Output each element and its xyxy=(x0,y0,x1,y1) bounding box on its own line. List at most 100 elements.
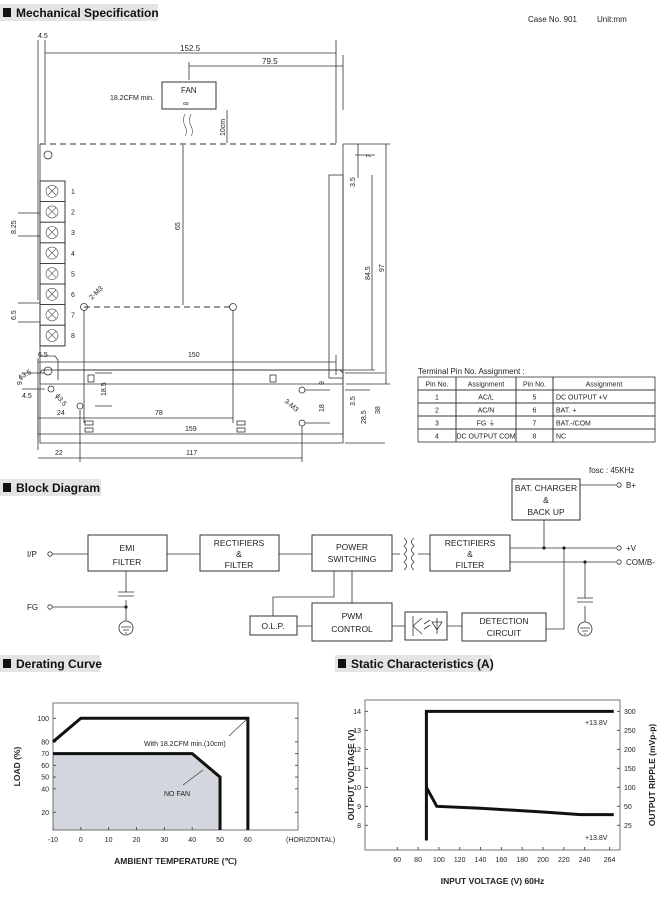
terminal-number: 6 xyxy=(71,292,75,299)
x-axis-title: AMBIENT TEMPERATURE (℃) xyxy=(114,856,237,866)
section-title: Block Diagram xyxy=(16,481,100,495)
terminal-number: 5 xyxy=(71,271,75,278)
table-cell: AC/N xyxy=(478,408,495,415)
dim-phi-3-5: ϕ3.5 xyxy=(18,369,33,382)
table-cell: DC OUTPUT COM xyxy=(457,434,516,441)
y-axis-title: OUTPUT VOLTAGE (V) xyxy=(346,729,356,820)
table-cell: 3 xyxy=(435,421,439,428)
terminal-ip-label: I/P xyxy=(27,550,37,559)
terminal-screw: 3 xyxy=(39,221,75,244)
x-tick-label: 180 xyxy=(516,857,528,864)
y-tick-label: 8 xyxy=(357,823,361,830)
terminal-bplus-label: B+ xyxy=(626,481,636,490)
x-axis-title: INPUT VOLTAGE (V) 60Hz xyxy=(441,876,545,886)
terminal-number: 8 xyxy=(71,333,75,340)
fan-label: FAN xyxy=(181,86,197,95)
mounting-hole xyxy=(47,385,55,393)
fan: FAN ∞ xyxy=(161,81,217,137)
table-row: 3 FG ⏚ 7 BAT.-/COM xyxy=(417,415,656,430)
svg-text:FILTER: FILTER xyxy=(225,560,254,570)
terminal-screw: 2 xyxy=(39,201,75,223)
section-header-mechanical: Mechanical Specification xyxy=(0,4,159,21)
svg-text:PWM: PWM xyxy=(342,611,363,621)
x-tick-label: -10 xyxy=(48,837,58,844)
dim-84-5: 84.5 xyxy=(365,266,372,280)
series-annotation: With 18.2CFM min.(10cm) xyxy=(144,741,226,748)
x-tick-label: 40 xyxy=(188,837,196,844)
x-tick-label: 160 xyxy=(496,857,508,864)
table-cell: 8 xyxy=(533,434,537,441)
y2-tick-label: 150 xyxy=(624,766,636,773)
terminal-screw: 4 xyxy=(39,242,75,264)
table-cell: 1 xyxy=(435,395,439,402)
x-tick-label: 60 xyxy=(244,837,252,844)
case-number: Case No. 901 xyxy=(528,15,577,24)
static-characteristics-chart: 60 80 100 120 140 160 180 200 220 240 264891011121… xyxy=(346,699,657,886)
dim-10cm: 10cm xyxy=(220,119,227,136)
olp-block: O.L.P. xyxy=(249,615,298,636)
dim-3-5: 3.5 xyxy=(350,177,357,187)
mounting-hole xyxy=(229,303,237,311)
x-tick-label: 140 xyxy=(475,857,487,864)
x-tick-label: 80 xyxy=(414,857,422,864)
dim-150: 150 xyxy=(188,352,200,359)
dim-6-5: 6.5 xyxy=(38,352,48,359)
terminal-number: 2 xyxy=(71,210,75,217)
table-row: 1 AC/L 5 DC OUTPUT +V xyxy=(417,389,656,404)
fan-icon: ∞ xyxy=(183,99,189,108)
oscillator-frequency: fosc : 45KHz xyxy=(589,466,634,475)
x-extra-label: (HORIZONTAL) xyxy=(286,837,335,844)
optocoupler-icon xyxy=(404,611,448,641)
y2-axis-title: OUTPUT RIPPLE (mVp-p) xyxy=(647,724,657,827)
y-tick-label: 50 xyxy=(41,775,49,782)
terminal-number: 1 xyxy=(71,189,75,196)
dim-9-right: 9 xyxy=(319,381,326,385)
table-cell: Pin No. xyxy=(523,382,546,389)
svg-text:CONTROL: CONTROL xyxy=(331,624,373,634)
x-tick-label: 100 xyxy=(433,857,445,864)
y-tick-label: 20 xyxy=(41,810,49,817)
dim-18: 18 xyxy=(319,404,326,412)
section-header-derating: Derating Curve xyxy=(0,655,102,672)
plot-frame xyxy=(364,699,621,851)
mounting-hole xyxy=(298,419,306,427)
vplus-terminal xyxy=(616,545,622,551)
table-cell: 7 xyxy=(533,421,537,428)
terminal-pin-table: Terminal Pin No. Assignment : Pin No. Ass… xyxy=(417,367,656,443)
mounting-hole xyxy=(298,386,306,394)
terminal-vplus-label: +V xyxy=(626,544,637,553)
table-cell: BAT.-/COM xyxy=(556,421,591,428)
pin-table-title: Terminal Pin No. Assignment : xyxy=(418,367,525,376)
table-header-row: Pin No. Assignment Pin No. Assignment xyxy=(417,376,656,391)
x-tick-label: 240 xyxy=(579,857,591,864)
svg-text:FILTER: FILTER xyxy=(456,560,485,570)
section-header-block-diagram: Block Diagram xyxy=(0,479,101,496)
terminal-number: 4 xyxy=(71,251,75,258)
x-tick-label: 200 xyxy=(537,857,549,864)
dim-117: 117 xyxy=(186,450,197,457)
annotation-pointer xyxy=(228,719,247,737)
svg-text:DETECTION: DETECTION xyxy=(479,616,528,626)
x-tick-label: 264 xyxy=(604,857,616,864)
table-cell: AC/L xyxy=(478,395,494,402)
dim-4-5: 4.5 xyxy=(38,33,48,40)
dim-2-m3: 2-M3 xyxy=(88,285,104,301)
series-line xyxy=(425,786,614,817)
series-annotation: +13.8V xyxy=(585,720,608,727)
ground-icon xyxy=(118,620,134,636)
table-cell: 2 xyxy=(435,408,439,415)
svg-text:&: & xyxy=(467,549,473,559)
dim-3-5-side: 3.5 xyxy=(350,396,357,406)
dim-3-m3: 3-M3 xyxy=(283,398,300,414)
dim-28-5: 28.5 xyxy=(361,410,368,424)
svg-text:RECTIFIERS: RECTIFIERS xyxy=(445,538,496,548)
y2-tick-label: 50 xyxy=(624,804,632,811)
terminal-screw: 7 xyxy=(39,304,75,326)
detection-circuit-block: DETECTION CIRCUIT xyxy=(461,612,547,642)
table-cell: DC OUTPUT +V xyxy=(556,395,608,402)
svg-text:&: & xyxy=(236,549,242,559)
block-diagram: fosc : 45KHz I/P FG B+ +V COM/B- EMI FIL… xyxy=(27,466,655,642)
x-tick-label: 50 xyxy=(216,837,224,844)
svg-text:BACK UP: BACK UP xyxy=(527,507,565,517)
mechanical-side-view: 6.5 150 9 18.5 ϕ3.5 9 18 3-M3 3.5 28.5 3… xyxy=(17,352,385,462)
